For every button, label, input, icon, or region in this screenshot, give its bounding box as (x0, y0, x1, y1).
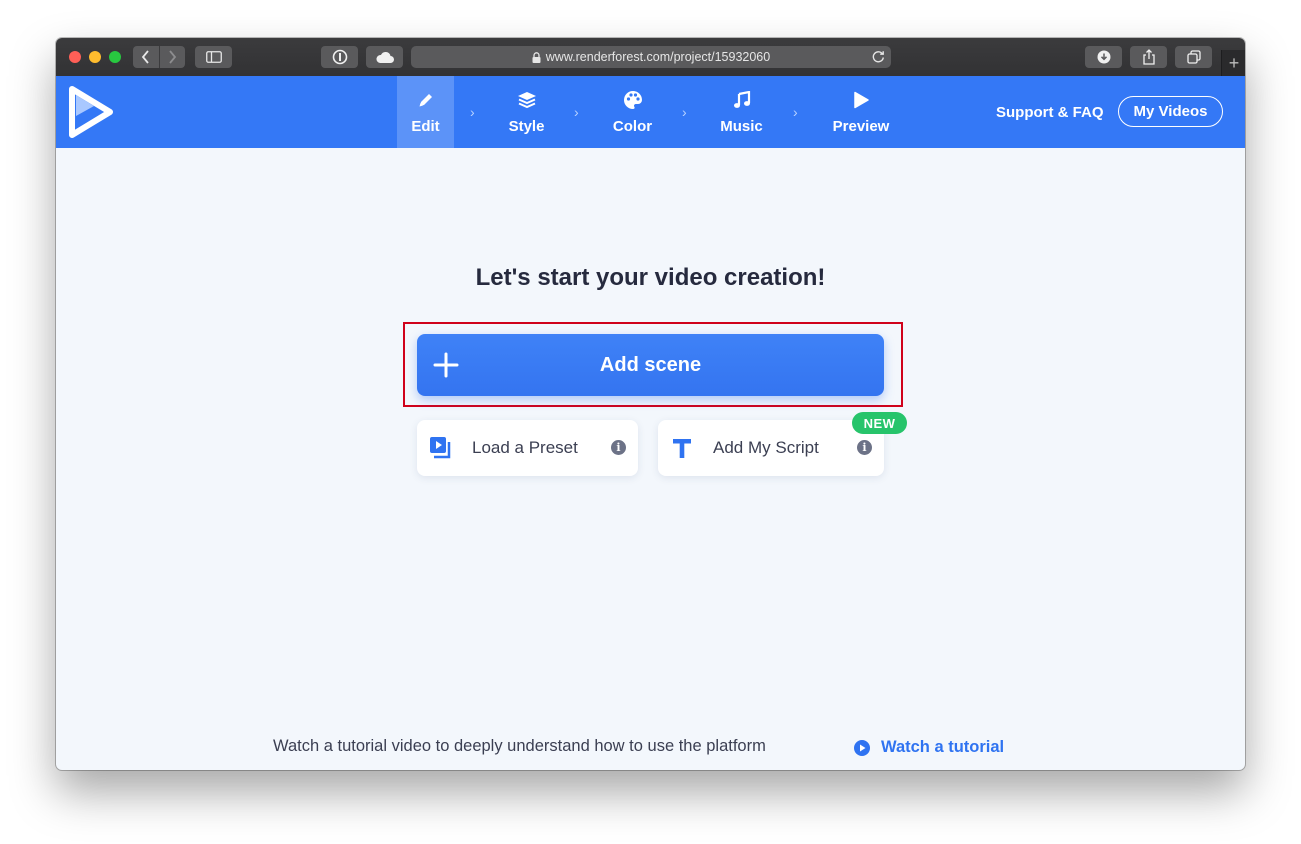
load-preset-label: Load a Preset (472, 438, 578, 457)
zoom-window-button[interactable] (109, 51, 121, 63)
cloud-icon[interactable] (366, 46, 403, 68)
step-chevron: › (470, 104, 475, 120)
step-color[interactable]: Color (604, 76, 661, 148)
step-preview[interactable]: Preview (824, 76, 898, 148)
preset-info-icon[interactable]: i (611, 440, 626, 455)
download-icon[interactable] (1085, 46, 1122, 68)
play-icon (853, 90, 869, 110)
step-style[interactable]: Style (498, 76, 555, 148)
history-nav (133, 46, 185, 68)
step-edit[interactable]: Edit (397, 76, 454, 148)
tabs-icon[interactable] (1175, 46, 1212, 68)
step-style-label: Style (508, 117, 545, 135)
add-my-script-label: Add My Script (713, 438, 819, 457)
text-t-icon (670, 436, 694, 465)
add-my-script-button[interactable]: Add My Script i (658, 420, 884, 476)
preset-icon (429, 436, 453, 465)
layers-icon (517, 90, 537, 110)
play-circle-icon (854, 739, 870, 756)
plus-icon (433, 352, 459, 384)
lock-icon (532, 51, 541, 63)
sidebar-icon[interactable] (195, 46, 232, 68)
watch-tutorial-link[interactable]: Watch a tutorial (854, 738, 1004, 757)
app-header: Edit › Style › Color › Music › Preview S… (56, 76, 1245, 148)
support-faq-link[interactable]: Support & FAQ (996, 104, 1104, 121)
step-preview-label: Preview (832, 117, 890, 135)
add-scene-label: Add scene (599, 353, 702, 376)
page-title: Let's start your video creation! (475, 264, 826, 291)
step-chevron: › (574, 104, 579, 120)
step-music-label: Music (720, 117, 763, 135)
address-bar[interactable]: www.renderforest.com/project/15932060 (411, 46, 891, 68)
tutorial-description: Watch a tutorial video to deeply underst… (273, 737, 766, 755)
step-color-label: Color (612, 117, 653, 135)
forward-icon[interactable] (160, 46, 186, 68)
pencil-icon (417, 90, 435, 110)
url-text: www.renderforest.com/project/15932060 (545, 50, 771, 64)
palette-icon (623, 90, 643, 110)
step-edit-label: Edit (411, 117, 440, 135)
step-chevron: › (793, 104, 798, 120)
music-note-icon (733, 90, 751, 110)
close-window-button[interactable] (69, 51, 81, 63)
browser-toolbar: www.renderforest.com/project/15932060 + (56, 38, 1245, 77)
step-music[interactable]: Music (713, 76, 770, 148)
minimize-window-button[interactable] (89, 51, 101, 63)
onepassword-icon[interactable] (321, 46, 358, 68)
step-chevron: › (682, 104, 687, 120)
script-info-icon[interactable]: i (857, 440, 872, 455)
reload-icon[interactable] (872, 50, 885, 66)
add-scene-button[interactable]: Add scene (417, 334, 884, 396)
watch-tutorial-label: Watch a tutorial (881, 738, 1005, 756)
browser-window: www.renderforest.com/project/15932060 + (56, 38, 1245, 770)
back-icon[interactable] (133, 46, 159, 68)
my-videos-button[interactable]: My Videos (1118, 96, 1223, 127)
new-tab-icon[interactable]: + (1221, 50, 1245, 76)
load-preset-button[interactable]: Load a Preset i (417, 420, 638, 476)
renderforest-logo[interactable] (68, 86, 114, 143)
new-badge: NEW (852, 412, 907, 434)
share-icon[interactable] (1130, 46, 1167, 68)
